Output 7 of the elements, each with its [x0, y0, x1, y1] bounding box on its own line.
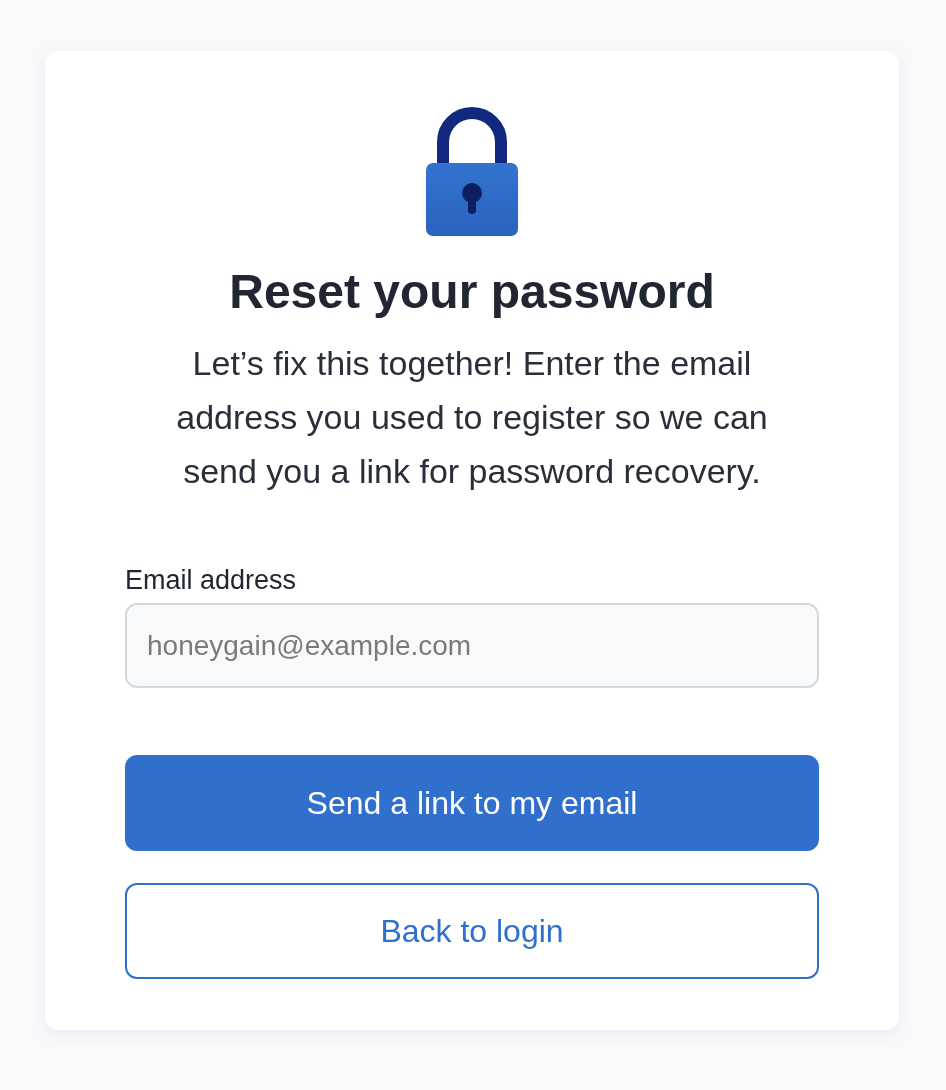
field-label: Email address: [125, 564, 297, 596]
send-link-button[interactable]: Send a link to my email: [125, 755, 819, 851]
padlock-icon: [426, 106, 518, 236]
instructions-text: Let’s fix this together! Enter the email address you used to register so we can send you a link for password recovery.: [175, 343, 769, 492]
back-button[interactable]: Back to login: [125, 883, 819, 979]
page-title: Reset your password: [229, 264, 715, 320]
email-input-field[interactable]: honeygain@example.com: [125, 603, 819, 688]
